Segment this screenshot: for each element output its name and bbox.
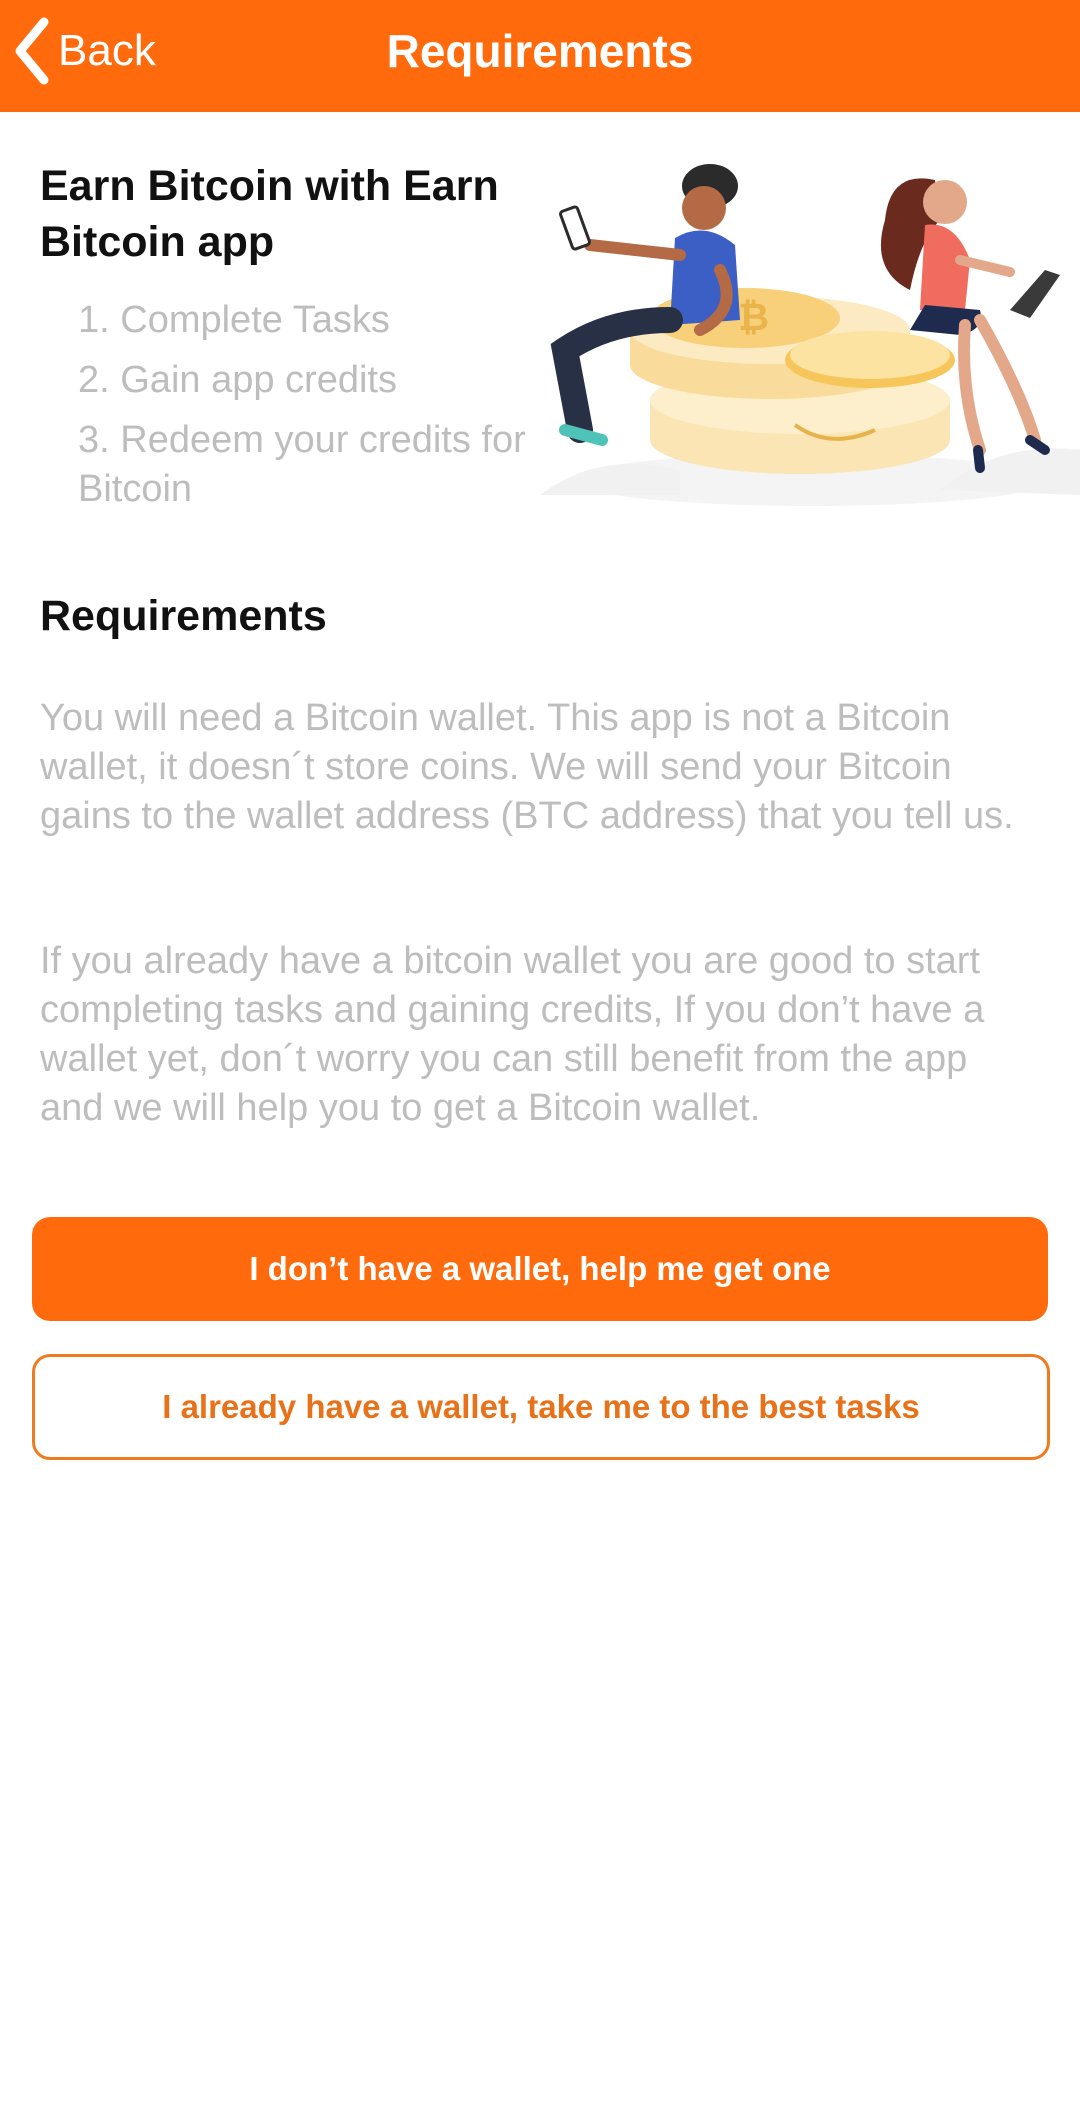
have-wallet-button[interactable]: I already have a wallet, take me to the … — [32, 1354, 1050, 1460]
intro-title: Earn Bitcoin with Earn Bitcoin app — [40, 162, 499, 266]
step-item: 2. Gain app credits — [78, 359, 397, 401]
requirements-paragraph: If you already have a bitcoin wallet you… — [40, 940, 985, 1129]
top-app-bar: Back Requirements — [0, 0, 1080, 112]
page-title: Requirements — [386, 25, 694, 77]
bitcoin-people-illustration: ₿ — [540, 150, 1080, 520]
requirements-heading: Requirements — [40, 592, 327, 640]
get-wallet-button[interactable]: I don’t have a wallet, help me get one — [32, 1217, 1048, 1321]
step-item: 1. Complete Tasks — [78, 299, 390, 341]
have-wallet-button-label: I already have a wallet, take me to the … — [162, 1388, 920, 1425]
step-item: 3. Redeem your credits for Bitcoin — [78, 419, 526, 510]
get-wallet-button-label: I don’t have a wallet, help me get one — [249, 1250, 831, 1287]
steps-list: 1. Complete Tasks 2. Gain app credits 3.… — [78, 296, 538, 525]
svg-text:₿: ₿ — [738, 295, 769, 339]
requirements-paragraph: You will need a Bitcoin wallet. This app… — [40, 697, 1014, 837]
